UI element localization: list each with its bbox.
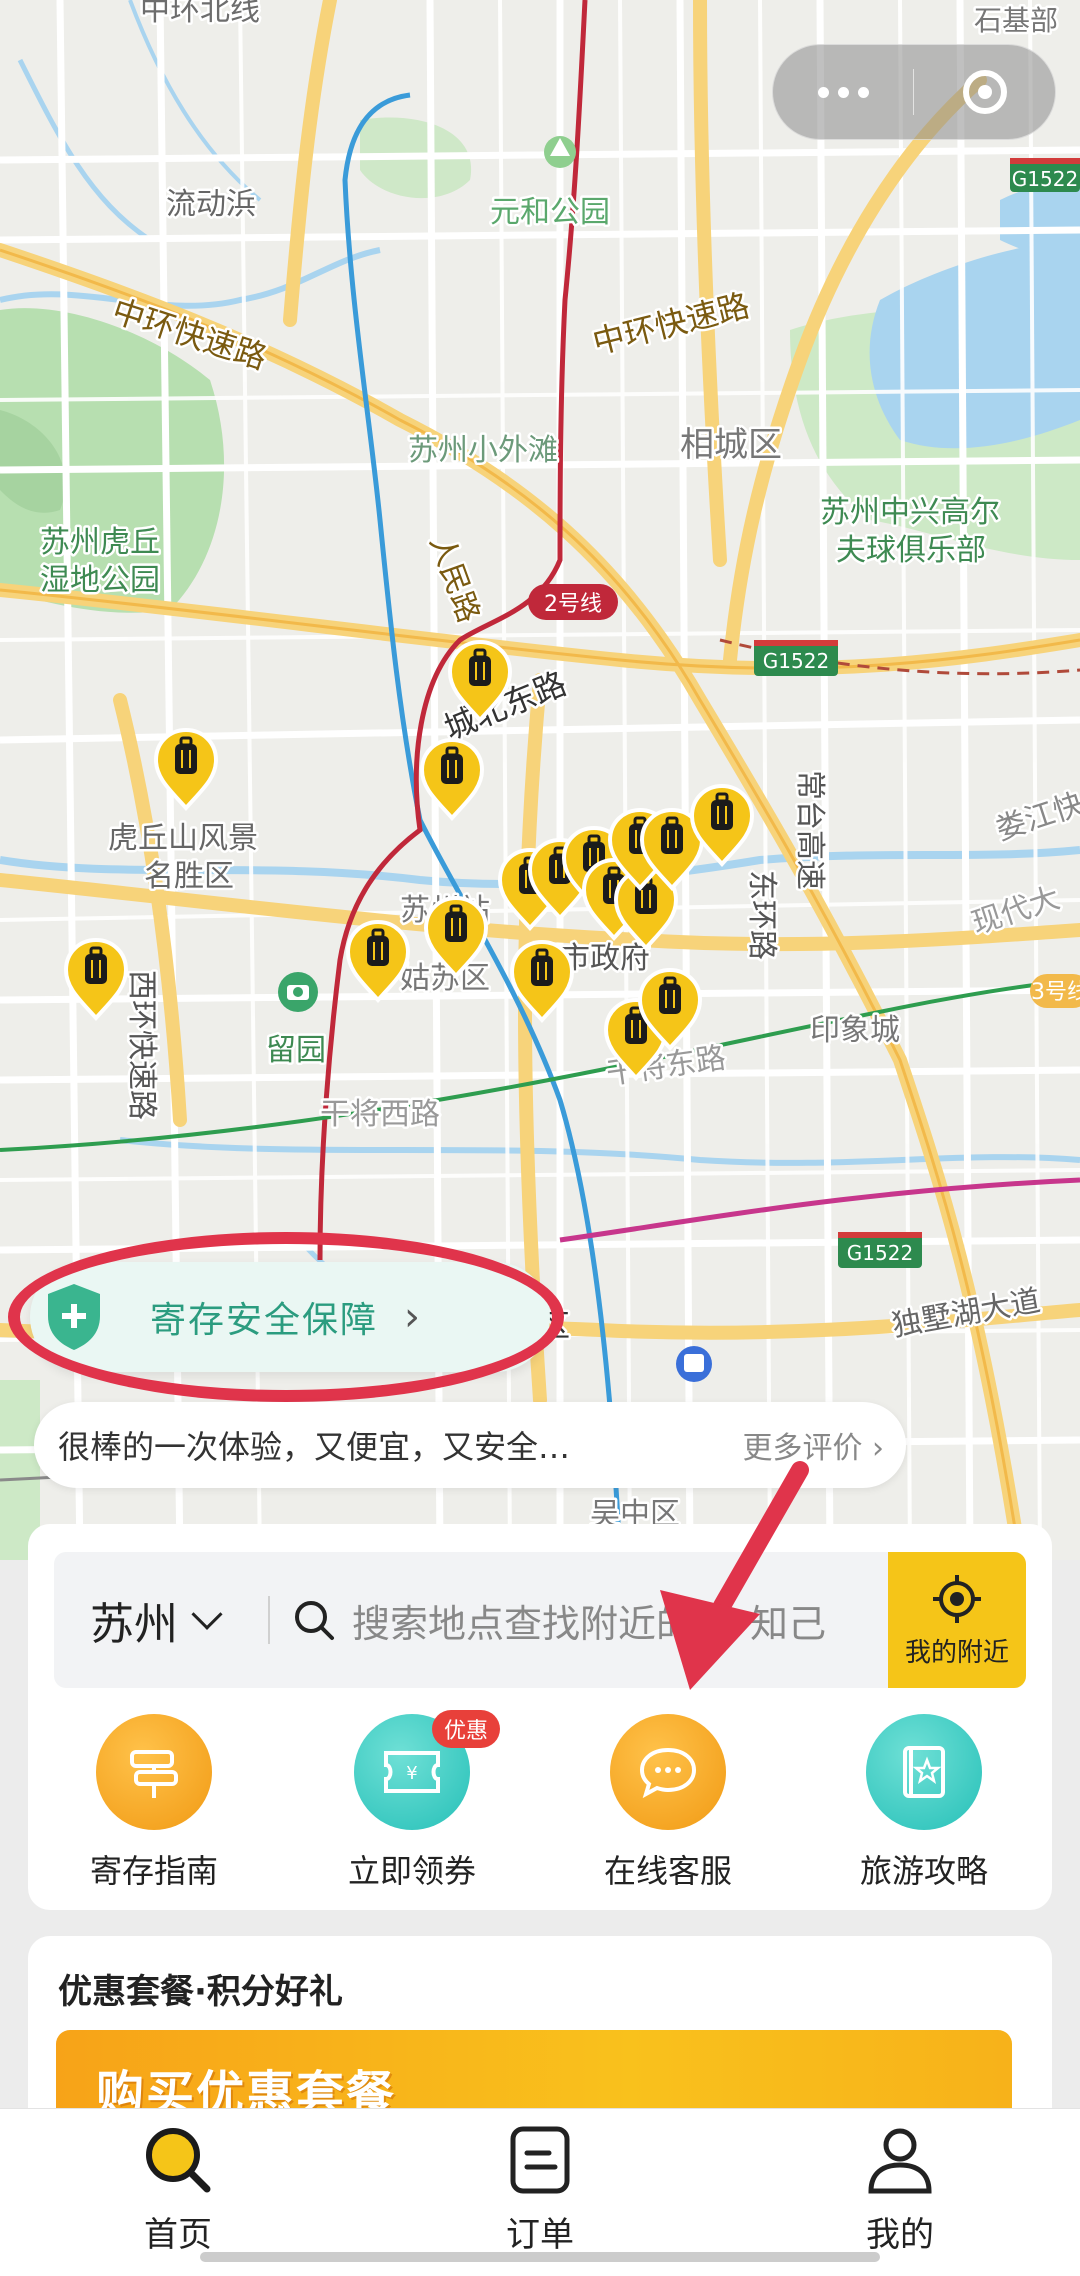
quick-item-guide[interactable]: 寄存指南 — [54, 1714, 254, 1892]
more-dots-icon[interactable] — [773, 44, 913, 140]
map-label: 流动浜 — [166, 187, 256, 222]
tab-orders[interactable]: 订单 — [440, 2123, 640, 2256]
map-label: 相城区 — [680, 425, 782, 465]
home-indicator — [200, 2252, 880, 2262]
map-label: 苏州虎丘 — [40, 525, 160, 560]
quick-item-label: 立即领券 — [347, 1852, 476, 1890]
locate-icon — [933, 1574, 981, 1623]
g1522-shield: G1522 — [1010, 158, 1080, 192]
map-label: 干将西路 — [320, 1097, 440, 1132]
map-line2-label: 2号线 — [544, 592, 602, 617]
map-label: 苏州小外滩 — [408, 433, 558, 468]
promo-title: 优惠套餐·积分好礼 — [58, 1972, 343, 2012]
city-label: 苏州 — [90, 1599, 178, 1650]
map-label: 西环快速路 — [124, 970, 159, 1120]
svg-text:3号线: 3号线 — [1031, 980, 1080, 1005]
tab-mine[interactable]: 我的 — [800, 2123, 1000, 2256]
camera-poi-icon — [278, 972, 318, 1012]
search-input-text: 搜索地点查找附近的 — [352, 1601, 695, 1646]
quick-item-label: 在线客服 — [603, 1852, 732, 1890]
my-nearby-label: 我的附近 — [904, 1637, 1009, 1668]
chat-icon — [610, 1714, 726, 1830]
search-panel: 苏州 搜索地点查找附近的 知己 我的附近 寄存指南 ¥ 优惠 立即领券 在线客服… — [28, 1524, 1052, 1910]
svg-text:G1522: G1522 — [847, 1241, 913, 1265]
tab-label: 订单 — [506, 2215, 574, 2255]
quick-item-label: 寄存指南 — [89, 1852, 218, 1890]
map-label: 元和公园 — [490, 195, 610, 230]
map-label: 湿地公园 — [40, 563, 160, 598]
quick-actions: 寄存指南 ¥ 优惠 立即领券 在线客服 旅游攻略 — [28, 1710, 1052, 1894]
g1522-shield: G1522 — [754, 640, 838, 676]
review-text: 很棒的一次体验，又便宜，又安全… — [58, 1428, 571, 1466]
city-selector[interactable]: 苏州 — [90, 1552, 223, 1688]
tab-label: 我的 — [866, 2215, 934, 2255]
map-label: 夫球俱乐部 — [836, 533, 986, 568]
chevron-down-icon — [191, 1598, 223, 1630]
order-icon — [510, 2126, 570, 2194]
app-root: 2号线 G1522 G1522 G1522 3号线 中环北线 石基部 流动浜 元… — [0, 0, 1080, 2276]
svg-text:G1522: G1522 — [1012, 167, 1078, 191]
search-icon — [146, 2128, 211, 2193]
quick-item-travel-guide[interactable]: 旅游攻略 — [824, 1714, 1024, 1892]
g1522-shield: G1522 — [838, 1232, 922, 1268]
search-input-text-tail: 知己 — [750, 1601, 827, 1646]
annotation-ellipse — [8, 1232, 564, 1402]
svg-text:G1522: G1522 — [763, 649, 829, 673]
review-banner[interactable]: 很棒的一次体验，又便宜，又安全… 更多评价 › — [34, 1402, 906, 1488]
coupon-icon: ¥ 优惠 — [354, 1710, 500, 1830]
map-label: 虎丘山风景 — [108, 821, 258, 856]
miniprogram-capsule — [772, 44, 1056, 140]
line3-badge: 3号线 — [1030, 974, 1080, 1008]
bottom-tab-bar: 首页 订单 我的 — [0, 2108, 1080, 2276]
more-reviews-link[interactable]: 更多评价 › — [742, 1423, 884, 1467]
map-label: 印象城 — [810, 1013, 900, 1048]
tab-label: 首页 — [144, 2215, 212, 2255]
search-divider — [268, 1596, 270, 1644]
search-icon — [295, 1601, 334, 1640]
map-label: 中环北线 — [140, 0, 260, 28]
target-icon[interactable] — [914, 44, 1055, 140]
map-label: 东环路 — [744, 870, 779, 960]
map-label: 常台高速 — [792, 770, 827, 890]
map-label: 留园 — [266, 1033, 326, 1068]
svg-text:¥: ¥ — [406, 1763, 417, 1784]
my-nearby-button[interactable]: 我的附近 — [888, 1552, 1026, 1688]
guidebook-icon — [866, 1714, 982, 1830]
search-bar: 苏州 搜索地点查找附近的 知己 我的附近 — [54, 1552, 1026, 1688]
map-label: 石基部 — [974, 4, 1058, 37]
discount-badge: 优惠 — [431, 1710, 500, 1748]
park-poi-icon — [544, 136, 576, 168]
bus-poi-icon — [676, 1346, 712, 1382]
tab-home[interactable]: 首页 — [78, 2123, 278, 2256]
quick-item-customer-service[interactable]: 在线客服 — [568, 1714, 768, 1892]
map-label: 名胜区 — [144, 859, 234, 894]
quick-item-label: 旅游攻略 — [859, 1852, 988, 1890]
search-input[interactable]: 搜索地点查找附近的 知己 — [352, 1552, 872, 1688]
signpost-icon — [96, 1714, 212, 1830]
profile-icon — [868, 2128, 932, 2194]
quick-item-coupon[interactable]: ¥ 优惠 立即领券 — [312, 1710, 512, 1892]
map-label: 苏州中兴高尔 — [820, 495, 1000, 530]
